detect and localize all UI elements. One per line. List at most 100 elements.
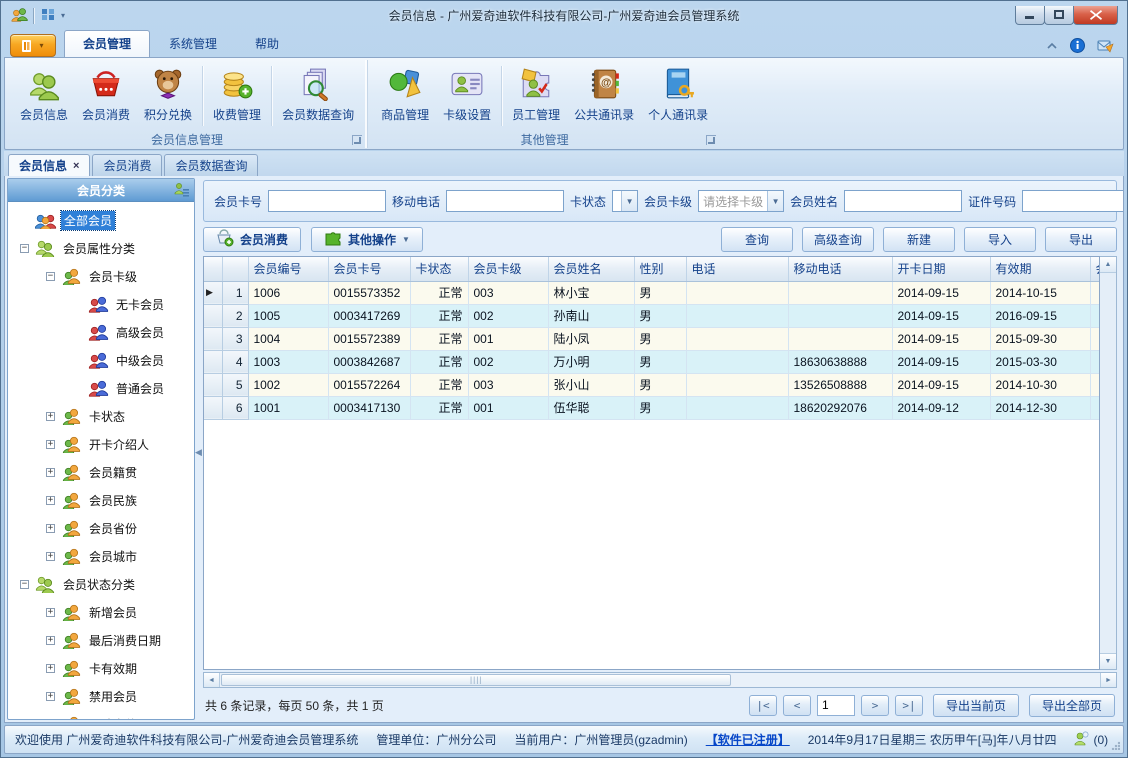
document-tab-会员消费[interactable]: 会员消费 <box>92 154 163 176</box>
tree-item-无卡会员[interactable]: 无卡会员 <box>8 290 194 318</box>
scroll-down-icon[interactable]: ▼ <box>1100 653 1116 669</box>
toolbar-button-其他操作[interactable]: 其他操作 ▼ <box>311 226 423 252</box>
maximize-button[interactable] <box>1044 5 1074 25</box>
column-header-会员[interactable]: 会员 <box>1090 257 1099 282</box>
expand-icon[interactable]: + <box>46 439 55 449</box>
tree-item-会员状态分类[interactable]: − 会员状态分类 <box>8 570 194 598</box>
ribbon-button-员工管理[interactable]: 员工管理 <box>505 62 567 130</box>
toolbar-button-新建[interactable]: 新建 <box>883 226 955 252</box>
scroll-left-icon[interactable]: ◄ <box>204 673 220 687</box>
ribbon-button-会员信息[interactable]: 会员信息 <box>13 62 75 130</box>
table-row[interactable]: 6 1001 0003417130 正常 001 伍华聪男 18620292076 2014-… <box>204 396 1099 420</box>
ribbon-button-公共通讯录[interactable]: @ 公共通讯录 <box>567 62 641 130</box>
ribbon-button-个人通讯录[interactable]: 个人通讯录 <box>641 62 715 130</box>
filter-input-证件号码[interactable] <box>1022 190 1123 212</box>
collapse-icon[interactable]: − <box>20 243 29 253</box>
tree-item-高级会员[interactable]: 高级会员 <box>8 318 194 346</box>
ribbon-tab-系统管理[interactable]: 系统管理 <box>150 30 236 57</box>
table-row[interactable]: ▶ 1 1006 0015573352 正常 003 林小宝男 2014-09-15 2014-… <box>204 281 1099 305</box>
table-row[interactable]: 2 1005 0003417269 正常 002 孙南山男 2014-09-15 2016-0… <box>204 304 1099 328</box>
expand-icon[interactable]: + <box>46 691 55 701</box>
scroll-right-icon[interactable]: ► <box>1100 673 1116 687</box>
expand-icon[interactable]: + <box>46 663 55 673</box>
scroll-up-icon[interactable]: ▲ <box>1100 257 1116 273</box>
user-status-icon[interactable] <box>1074 731 1089 749</box>
vertical-scrollbar[interactable]: ▲ ▼ <box>1100 256 1117 670</box>
tree-item-会员籍贯[interactable]: + 会员籍贯 <box>8 458 194 486</box>
export-all-pages-button[interactable]: 导出全部页 <box>1029 693 1115 717</box>
tree-item-禁用会员[interactable]: + 禁用会员 <box>8 682 194 710</box>
column-header-会员卡号[interactable]: 会员卡号 <box>328 257 411 282</box>
expand-icon[interactable]: + <box>46 411 55 421</box>
column-header-开卡日期[interactable]: 开卡日期 <box>892 257 991 282</box>
quick-access-grid-icon[interactable] <box>41 8 55 24</box>
toolbar-button-导入[interactable]: 导入 <box>964 226 1036 252</box>
toolbar-button-高级查询[interactable]: 高级查询 <box>802 226 874 252</box>
filter-select-会员卡级[interactable]: 请选择卡级 ▼ <box>698 190 785 212</box>
ribbon-tab-会员管理[interactable]: 会员管理 <box>64 30 151 57</box>
expand-icon[interactable]: + <box>46 523 55 533</box>
minimize-button[interactable] <box>1015 5 1045 25</box>
tree-item-卡有效期[interactable]: + 卡有效期 <box>8 654 194 682</box>
info-icon[interactable] <box>1070 38 1085 53</box>
column-header-卡状态[interactable]: 卡状态 <box>410 257 469 282</box>
tree-item-会员民族[interactable]: + 会员民族 <box>8 486 194 514</box>
collapse-icon[interactable]: − <box>20 579 29 589</box>
table-row[interactable]: 4 1003 0003842687 正常 002 万小明男 18630638888 2014-… <box>204 350 1099 374</box>
toolbar-button-导出[interactable]: 导出 <box>1045 226 1117 252</box>
export-current-page-button[interactable]: 导出当前页 <box>933 693 1019 717</box>
tree-item-新增会员[interactable]: + 新增会员 <box>8 598 194 626</box>
column-header-移动电话[interactable]: 移动电话 <box>788 257 893 282</box>
expand-icon[interactable]: + <box>46 607 55 617</box>
dialog-launcher-icon[interactable] <box>352 135 363 145</box>
filter-select-卡状态[interactable]: ▼ <box>612 190 639 212</box>
table-row[interactable]: 3 1004 0015572389 正常 001 陆小凤男 2014-09-15 2015-0… <box>204 327 1099 351</box>
quick-access-caret-icon[interactable]: ▾ <box>61 11 65 20</box>
document-tab-会员数据查询[interactable]: 会员数据查询 <box>164 154 259 176</box>
tree-item-累计充值[interactable]: +累计充值 <box>8 710 194 719</box>
collapse-ribbon-icon[interactable] <box>1046 42 1058 50</box>
tab-close-icon[interactable]: × <box>73 160 79 172</box>
filter-input-会员姓名[interactable] <box>844 190 963 212</box>
application-menu-button[interactable]: ▾ <box>10 34 56 57</box>
scrollbar-thumb[interactable] <box>221 674 732 686</box>
tree-item-会员卡级[interactable]: − 会员卡级 <box>8 262 194 290</box>
column-header-会员卡级[interactable]: 会员卡级 <box>468 257 549 282</box>
last-page-button[interactable]: >| <box>895 694 923 716</box>
chevron-down-icon[interactable]: ▼ <box>767 191 784 211</box>
tree-item-中级会员[interactable]: 中级会员 <box>8 346 194 374</box>
resize-grip[interactable] <box>1110 740 1120 750</box>
collapse-icon[interactable]: − <box>46 271 55 281</box>
tree-item-全部会员[interactable]: 全部会员 <box>8 206 194 234</box>
column-header-性别[interactable]: 性别 <box>634 257 687 282</box>
filter-input-会员卡号[interactable] <box>268 190 387 212</box>
expand-icon[interactable]: + <box>46 467 55 477</box>
ribbon-button-积分兑换[interactable]: 积分兑换 <box>137 62 199 130</box>
registered-link[interactable]: 【软件已注册】 <box>706 731 790 748</box>
prev-page-button[interactable]: < <box>783 694 811 716</box>
toolbar-button-查询[interactable]: 查询 <box>721 226 793 252</box>
tree-item-普通会员[interactable]: 普通会员 <box>8 374 194 402</box>
tree-item-开卡介绍人[interactable]: + 开卡介绍人 <box>8 430 194 458</box>
sidebar-header-icon[interactable] <box>174 182 190 201</box>
tree-item-最后消费日期[interactable]: + 最后消费日期 <box>8 626 194 654</box>
ribbon-tab-帮助[interactable]: 帮助 <box>236 30 298 57</box>
dialog-launcher-icon[interactable] <box>706 135 717 145</box>
filter-input-移动电话[interactable] <box>446 190 565 212</box>
ribbon-button-卡级设置[interactable]: 卡级设置 <box>436 62 498 130</box>
first-page-button[interactable]: |< <box>749 694 777 716</box>
tree-item-卡状态[interactable]: + 卡状态 <box>8 402 194 430</box>
ribbon-button-会员消费[interactable]: 会员消费 <box>75 62 137 130</box>
splitter-collapse-arrow[interactable]: ◀ <box>195 441 202 463</box>
column-header-会员姓名[interactable]: 会员姓名 <box>548 257 635 282</box>
column-header-会员编号[interactable]: 会员编号 <box>248 257 329 282</box>
ribbon-button-会员数据查询[interactable]: 会员数据查询 <box>275 62 361 130</box>
document-tab-会员信息[interactable]: 会员信息 × <box>8 154 91 176</box>
ribbon-button-收费管理[interactable]: 收费管理 <box>206 62 268 130</box>
ribbon-button-商品管理[interactable]: 商品管理 <box>374 62 436 130</box>
horizontal-scrollbar[interactable]: ◄ ► <box>203 672 1117 688</box>
column-header-有效期[interactable]: 有效期 <box>990 257 1091 282</box>
tree-item-会员省份[interactable]: + 会员省份 <box>8 514 194 542</box>
table-row[interactable]: 5 1002 0015572264 正常 003 张小山男 13526508888 2014-… <box>204 373 1099 397</box>
next-page-button[interactable]: > <box>861 694 889 716</box>
